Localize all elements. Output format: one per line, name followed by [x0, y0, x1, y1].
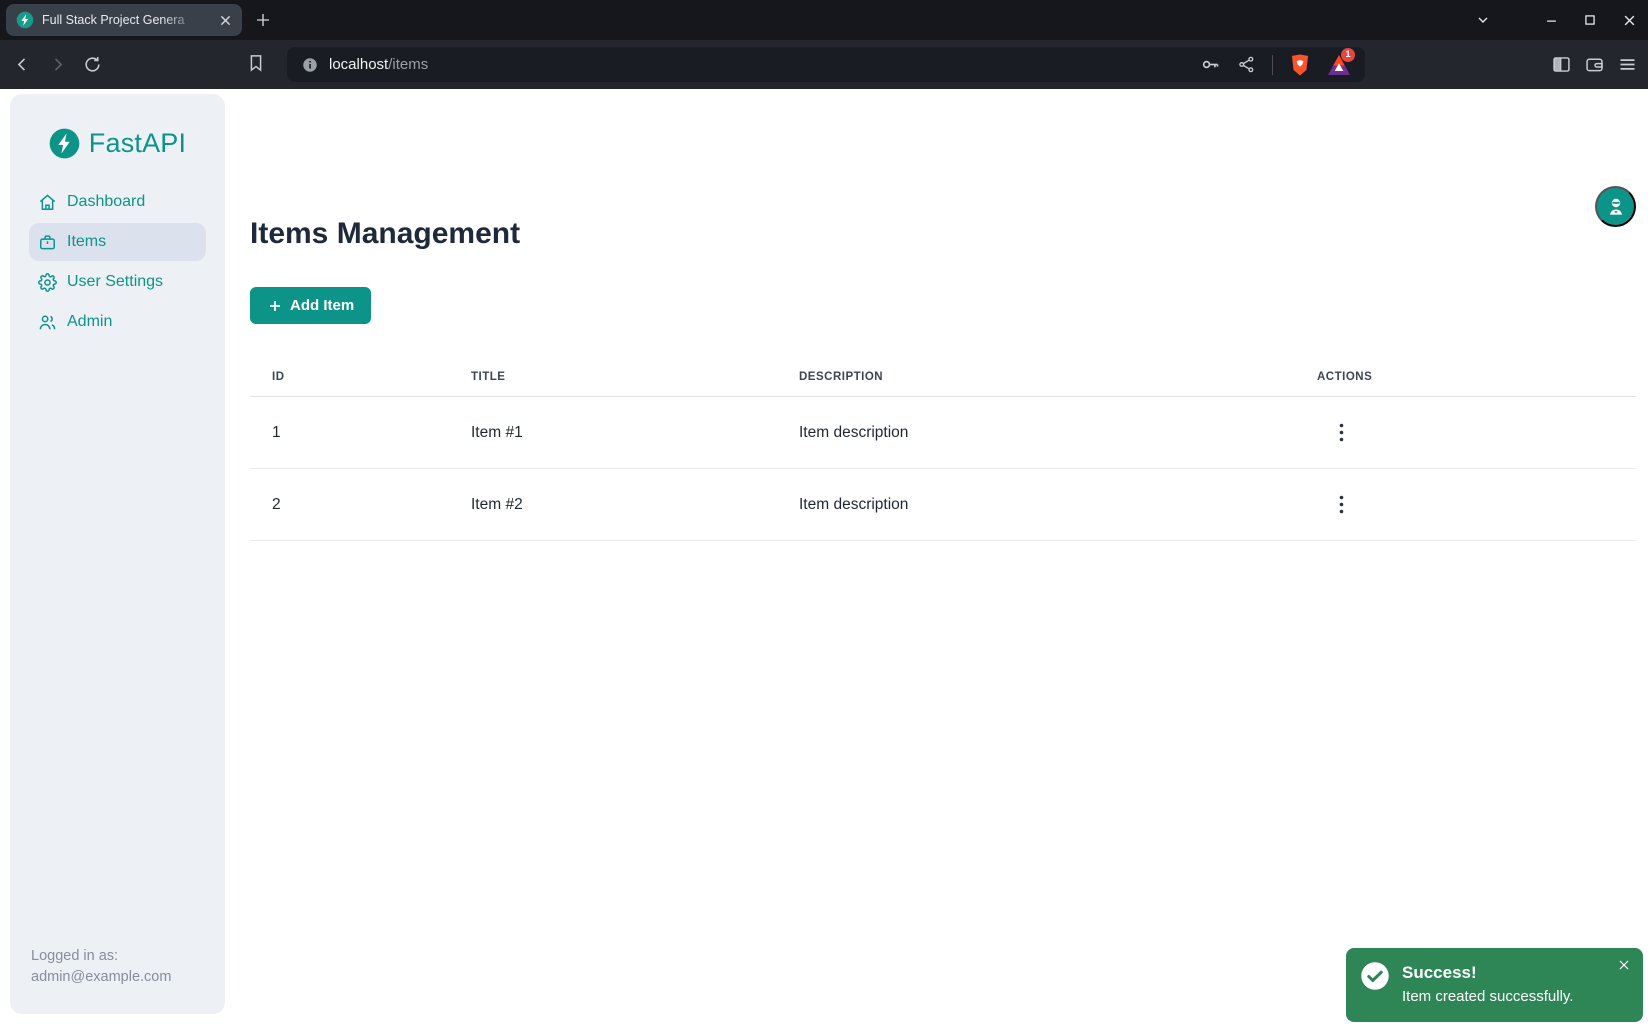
logged-in-footer: Logged in as: admin@example.com	[10, 946, 225, 1014]
tab-search-chevron-icon[interactable]	[1472, 9, 1494, 31]
browser-titlebar: Full Stack Project Genera	[0, 0, 1648, 40]
browser-toolbar: localhost/items	[0, 40, 1648, 89]
share-icon[interactable]	[1237, 55, 1256, 74]
sidebar-item-label: Items	[67, 233, 106, 251]
reload-button[interactable]	[80, 53, 104, 77]
sidebar-item-label: Dashboard	[67, 193, 145, 211]
page-content: FastAPI Dashboard Items	[0, 89, 1648, 1025]
table-row: 2 Item #2 Item description	[250, 469, 1636, 541]
app-logo: FastAPI	[49, 128, 186, 159]
sidebar-item-user-settings[interactable]: User Settings	[29, 263, 206, 301]
home-icon	[38, 193, 57, 212]
brave-shield-icon[interactable]	[1289, 53, 1311, 77]
toast-close-icon[interactable]	[1617, 957, 1633, 973]
url-host: localhost	[329, 56, 388, 73]
kebab-menu-icon	[1339, 423, 1344, 442]
add-item-button[interactable]: Add Item	[250, 287, 371, 324]
minimize-button[interactable]	[1540, 9, 1562, 31]
user-avatar-button[interactable]	[1595, 186, 1636, 227]
fastapi-bolt-icon	[49, 128, 80, 159]
column-header-actions: ACTIONS	[1295, 355, 1636, 397]
back-button[interactable]	[10, 53, 34, 77]
url-text[interactable]: localhost/items	[329, 56, 1190, 73]
page-title: Items Management	[250, 217, 520, 251]
toast-title: Success!	[1402, 963, 1573, 983]
cell-title: Item #1	[449, 397, 777, 469]
cell-id: 1	[250, 397, 449, 469]
column-header-description: DESCRIPTION	[777, 355, 1295, 397]
logged-in-email: admin@example.com	[31, 967, 204, 988]
table-header-row: ID TITLE DESCRIPTION ACTIONS	[250, 355, 1636, 397]
sidebar-item-label: Admin	[67, 313, 112, 331]
tab-title: Full Stack Project Genera	[42, 13, 208, 27]
kebab-menu-icon	[1339, 495, 1344, 514]
wallet-icon[interactable]	[1584, 54, 1605, 75]
add-item-label: Add Item	[290, 297, 354, 314]
toolbar-divider	[1272, 55, 1273, 75]
url-path: /items	[388, 56, 428, 73]
success-toast: Success! Item created successfully.	[1346, 948, 1643, 1022]
column-header-title: TITLE	[449, 355, 777, 397]
brave-rewards-icon[interactable]: 1	[1327, 54, 1351, 76]
row-actions-menu-button[interactable]	[1333, 419, 1350, 446]
app-sidebar: FastAPI Dashboard Items	[10, 94, 225, 1014]
sidebar-item-items[interactable]: Items	[29, 223, 206, 261]
user-avatar-icon	[1604, 195, 1628, 219]
bookmark-icon[interactable]	[246, 53, 268, 75]
cell-description: Item description	[777, 397, 1295, 469]
cell-id: 2	[250, 469, 449, 541]
fastapi-favicon-icon	[16, 11, 34, 29]
items-table: ID TITLE DESCRIPTION ACTIONS 1 Item #1 I…	[250, 355, 1636, 541]
sidebar-item-dashboard[interactable]: Dashboard	[29, 183, 206, 221]
logged-in-label: Logged in as:	[31, 946, 204, 967]
address-bar[interactable]: localhost/items	[287, 47, 1365, 82]
close-window-button[interactable]	[1618, 9, 1640, 31]
briefcase-icon	[38, 233, 57, 252]
rewards-notification-badge: 1	[1341, 48, 1355, 62]
sidebar-item-admin[interactable]: Admin	[29, 303, 206, 341]
new-tab-button[interactable]	[252, 9, 274, 31]
column-header-id: ID	[250, 355, 449, 397]
gear-icon	[38, 273, 57, 292]
browser-tab[interactable]: Full Stack Project Genera	[6, 4, 242, 36]
cell-title: Item #2	[449, 469, 777, 541]
browser-window: Full Stack Project Genera	[0, 0, 1648, 1025]
tab-close-icon[interactable]	[216, 11, 234, 29]
password-key-icon[interactable]	[1200, 54, 1221, 75]
maximize-button[interactable]	[1579, 9, 1601, 31]
sidebar-item-label: User Settings	[67, 273, 163, 291]
cell-description: Item description	[777, 469, 1295, 541]
app-logo-text: FastAPI	[89, 128, 186, 159]
sidebar-panel-icon[interactable]	[1551, 54, 1572, 75]
plus-icon	[267, 298, 283, 314]
forward-button[interactable]	[45, 53, 69, 77]
check-circle-icon	[1360, 961, 1390, 991]
hamburger-menu-icon[interactable]	[1617, 54, 1638, 75]
sidebar-nav: Dashboard Items User Settings	[10, 183, 225, 341]
toast-message: Item created successfully.	[1402, 988, 1573, 1005]
row-actions-menu-button[interactable]	[1333, 491, 1350, 518]
site-info-icon[interactable]	[301, 56, 319, 74]
table-row: 1 Item #1 Item description	[250, 397, 1636, 469]
users-icon	[38, 313, 57, 332]
